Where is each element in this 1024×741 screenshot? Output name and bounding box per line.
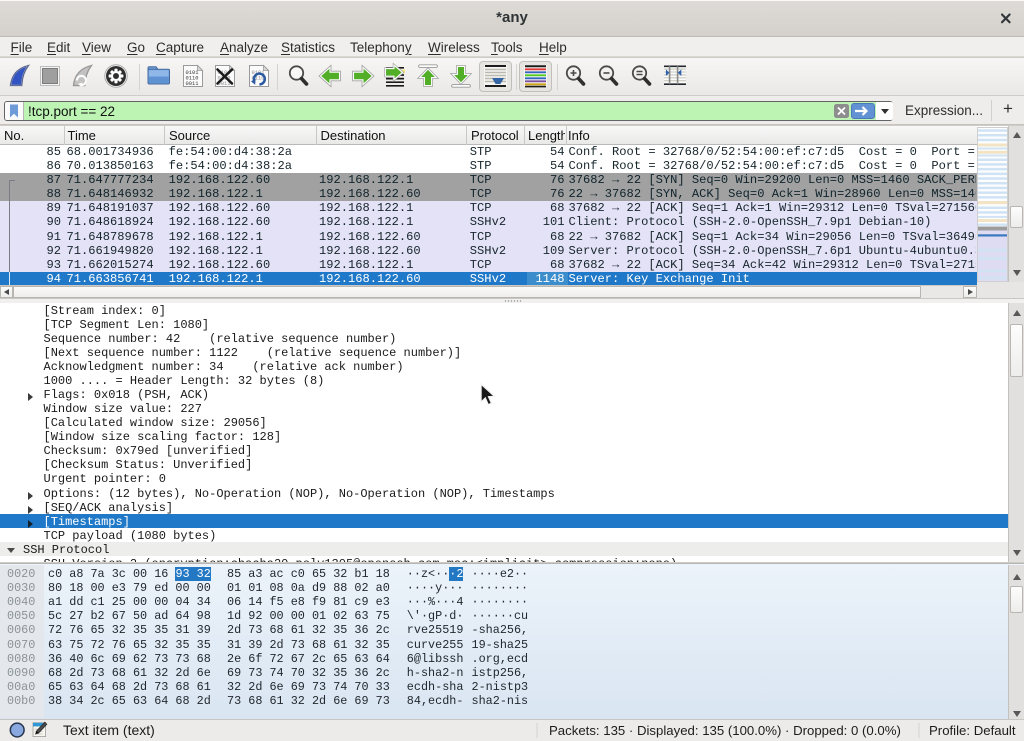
svg-text:0011: 0011 (186, 81, 199, 87)
